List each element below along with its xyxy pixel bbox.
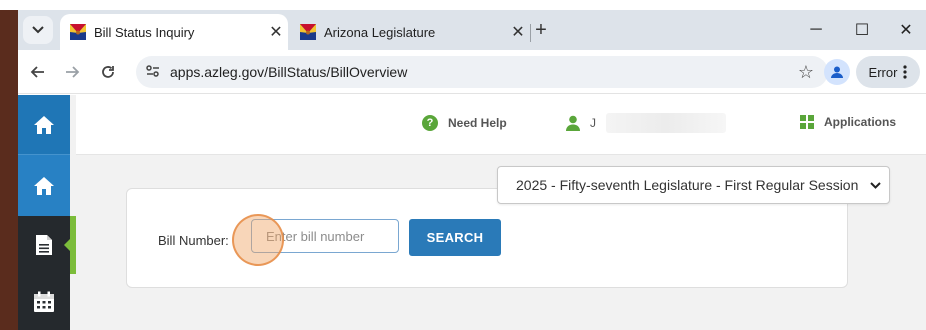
profile-button[interactable]	[824, 59, 850, 85]
sidebar-item-home[interactable]	[18, 95, 70, 154]
background-window-edge	[0, 10, 18, 330]
back-arrow-icon	[30, 66, 44, 78]
page-content: ? Need Help J Applications Bill Number: …	[18, 95, 926, 330]
maximize-button[interactable]: ☐	[840, 14, 884, 46]
chevron-down-icon	[861, 178, 889, 192]
help-icon: ?	[422, 115, 438, 131]
sidebar-item-home-secondary[interactable]	[18, 154, 70, 216]
session-selected-value: 2025 - Fifty-seventh Legislature - First…	[516, 177, 859, 193]
document-icon	[36, 235, 52, 255]
calendar-icon	[34, 291, 54, 312]
bill-number-input[interactable]: Enter bill number	[251, 219, 399, 253]
tab-search-dropdown[interactable]	[23, 16, 53, 44]
close-tab-icon[interactable]: ✕	[264, 22, 288, 42]
sidebar-item-bills[interactable]	[18, 216, 70, 274]
chevron-down-icon	[32, 26, 44, 34]
applications-label: Applications	[824, 115, 897, 129]
legislative-session-select[interactable]: 2025 - Fifty-seventh Legislature - First…	[497, 166, 890, 204]
browser-tab-bar: Bill Status Inquiry ✕ Arizona Legislatur…	[18, 10, 926, 50]
search-button[interactable]: SEARCH	[409, 219, 501, 256]
bill-number-placeholder: Enter bill number	[266, 228, 365, 244]
close-tab-icon[interactable]: ✕	[506, 22, 530, 42]
star-icon[interactable]: ☆	[798, 62, 814, 83]
sidebar-item-calendar[interactable]	[18, 274, 70, 330]
applications-link[interactable]: Applications	[800, 115, 896, 129]
reload-icon	[102, 66, 114, 78]
home-icon	[34, 115, 54, 134]
minimize-button[interactable]: ─	[794, 14, 838, 46]
tab-bill-status-inquiry[interactable]: Bill Status Inquiry ✕	[60, 14, 288, 50]
error-label: Error	[868, 64, 898, 80]
active-nav-indicator	[64, 216, 76, 274]
forward-arrow-icon	[66, 66, 80, 78]
back-button[interactable]	[24, 58, 52, 86]
home-icon	[34, 176, 54, 195]
need-help-link[interactable]: ? Need Help	[422, 115, 507, 131]
tab-arizona-legislature[interactable]: Arizona Legislature ✕	[290, 14, 530, 50]
bill-number-label: Bill Number:	[158, 233, 229, 248]
tab-title: Bill Status Inquiry	[94, 24, 195, 40]
url-text: apps.azleg.gov/BillStatus/BillOverview	[170, 64, 408, 80]
user-icon	[566, 115, 580, 131]
close-window-button[interactable]: ✕	[884, 14, 926, 46]
arizona-flag-icon	[300, 24, 316, 40]
tab-title: Arizona Legislature	[324, 24, 436, 40]
side-navigation	[18, 95, 70, 330]
app-header: ? Need Help J Applications	[76, 95, 926, 155]
browser-toolbar: apps.azleg.gov/BillStatus/BillOverview ☆…	[18, 50, 926, 94]
profile-error-chip[interactable]: Error	[856, 56, 920, 88]
person-icon	[831, 66, 843, 78]
reload-button[interactable]	[94, 58, 122, 86]
kebab-menu-icon	[903, 65, 908, 79]
forward-button[interactable]	[58, 58, 86, 86]
user-name: J	[590, 116, 596, 130]
address-bar[interactable]: apps.azleg.gov/BillStatus/BillOverview ☆	[136, 56, 828, 88]
applications-grid-icon	[800, 115, 814, 129]
new-tab-button[interactable]: +	[528, 17, 554, 43]
arizona-flag-icon	[70, 24, 86, 40]
need-help-label: Need Help	[448, 116, 507, 130]
redacted-username	[606, 113, 726, 133]
user-menu[interactable]: J	[566, 113, 726, 133]
tune-icon[interactable]	[136, 64, 170, 81]
